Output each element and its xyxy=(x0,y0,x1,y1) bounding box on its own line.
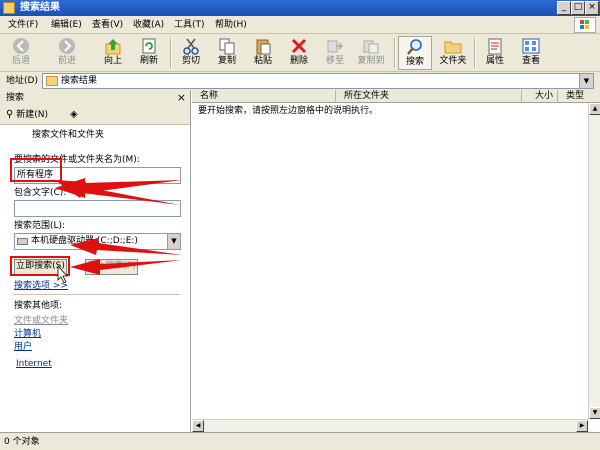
paste-button[interactable]: 粘贴 xyxy=(246,36,280,70)
internet-link[interactable]: Internet xyxy=(16,358,52,370)
scroll-left-icon[interactable]: ◀ xyxy=(192,420,204,432)
eraser-icon[interactable]: ◈ xyxy=(70,109,78,120)
stop-search-button[interactable]: 停止搜索(P) xyxy=(85,259,138,275)
chevron-down-icon[interactable]: ▼ xyxy=(167,234,180,249)
annotation-box-search-now xyxy=(10,256,70,276)
annotation-box-name-field xyxy=(10,158,62,182)
menu-bar: 文件(F) 编辑(E) 查看(V) 收藏(A) 工具(T) 帮助(H) xyxy=(0,16,600,34)
results-header: 名称 所在文件夹 大小 类型 xyxy=(192,90,600,103)
divider xyxy=(14,294,180,295)
empty-results-message: 要开始搜索，请按照左边窗格中的说明执行。 xyxy=(198,106,379,116)
cut-button[interactable]: 剪切 xyxy=(174,36,208,70)
column-type[interactable]: 类型 xyxy=(558,90,600,103)
status-bar: 0 个对象 xyxy=(0,432,600,450)
contains-text-input[interactable] xyxy=(14,200,181,217)
search-pane-toolbar: ⚲ 新建(N) ◈ xyxy=(0,106,190,125)
other-items-heading: 搜索其他项: xyxy=(14,301,63,311)
title-bar: 搜索结果 _ □ × xyxy=(0,0,600,16)
menu-favorites[interactable]: 收藏(A) xyxy=(133,19,164,31)
menu-edit[interactable]: 编辑(E) xyxy=(51,19,82,31)
views-button[interactable]: 查看 xyxy=(514,36,548,70)
copy-to-button[interactable]: 复制到 xyxy=(354,36,388,70)
views-grid-icon xyxy=(522,38,540,54)
copy-to-icon xyxy=(363,40,379,54)
window-title: 搜索结果 xyxy=(20,2,60,13)
up-button[interactable]: 向上 xyxy=(96,36,130,70)
close-window-button[interactable]: × xyxy=(585,1,599,15)
hard-drive-icon xyxy=(17,238,28,245)
status-text: 0 个对象 xyxy=(4,437,40,447)
copy-button[interactable]: 复制 xyxy=(210,36,244,70)
folder-icon xyxy=(444,41,462,54)
forward-arrow-icon xyxy=(59,38,75,54)
folders-button[interactable]: 文件夹 xyxy=(436,36,470,70)
scroll-up-icon[interactable]: ▲ xyxy=(589,103,600,115)
search-scope-select[interactable]: 本机硬盘驱动器 (C:;D:;E:) ▼ xyxy=(14,233,181,250)
forward-button[interactable]: 前进 xyxy=(50,36,84,70)
toolbar: 后退 前进 向上 刷新 剪切 复制 粘贴 删除 移至 复制到 搜索 文件夹 属性… xyxy=(0,34,600,72)
menu-file[interactable]: 文件(F) xyxy=(8,19,38,31)
delete-x-icon xyxy=(291,38,307,54)
other-item-files-folders[interactable]: 文件或文件夹 xyxy=(14,315,68,327)
new-search-button[interactable]: ⚲ 新建(N) xyxy=(6,109,48,121)
column-folder[interactable]: 所在文件夹 xyxy=(336,90,522,103)
search-scope-label: 搜索范围(L): xyxy=(14,221,66,231)
move-to-button[interactable]: 移至 xyxy=(318,36,352,70)
address-bar: 地址(D) 搜索结果 ▼ xyxy=(0,72,600,90)
folder-icon xyxy=(46,76,58,86)
address-label: 地址(D) xyxy=(6,76,38,86)
search-scope-value: 本机硬盘驱动器 (C:;D:;E:) xyxy=(31,236,138,246)
folder-search-icon xyxy=(3,2,15,14)
search-pane-title: 搜索 xyxy=(6,93,25,103)
search-pane-header: 搜索 × xyxy=(0,90,190,107)
magnifier-icon xyxy=(407,39,422,55)
move-to-icon xyxy=(327,40,344,53)
search-button[interactable]: 搜索 xyxy=(398,36,432,70)
chevron-down-icon[interactable]: ▼ xyxy=(579,74,593,88)
refresh-icon xyxy=(142,38,156,54)
menu-view[interactable]: 查看(V) xyxy=(92,19,123,31)
menu-tools[interactable]: 工具(T) xyxy=(174,19,205,31)
delete-button[interactable]: 删除 xyxy=(282,36,316,70)
scroll-down-icon[interactable]: ▼ xyxy=(589,407,600,419)
column-size[interactable]: 大小 xyxy=(522,90,558,103)
scroll-right-icon[interactable]: ▶ xyxy=(576,420,588,432)
vertical-scrollbar[interactable]: ▲ ▼ xyxy=(588,103,600,419)
search-options-link[interactable]: 搜索选项 >> xyxy=(14,280,68,292)
column-name[interactable]: 名称 xyxy=(192,90,336,103)
magnifier-icon: ⚲ xyxy=(6,109,14,120)
folder-up-icon xyxy=(105,39,121,55)
properties-icon xyxy=(488,38,502,55)
properties-button[interactable]: 属性 xyxy=(478,36,512,70)
back-button[interactable]: 后退 xyxy=(4,36,38,70)
scissors-icon xyxy=(183,38,199,55)
other-item-computers[interactable]: 计算机 xyxy=(14,328,41,340)
refresh-button[interactable]: 刷新 xyxy=(132,36,166,70)
close-icon[interactable]: × xyxy=(177,91,186,104)
copy-icon xyxy=(219,38,235,55)
menu-help[interactable]: 帮助(H) xyxy=(215,19,247,31)
minimize-button[interactable]: _ xyxy=(557,1,571,15)
clipboard-icon xyxy=(256,39,271,55)
windows-logo-icon xyxy=(574,17,596,33)
maximize-button[interactable]: □ xyxy=(571,1,585,15)
section-title: 搜索文件和文件夹 xyxy=(32,130,105,140)
address-value: 搜索结果 xyxy=(61,76,98,86)
other-item-people[interactable]: 用户 xyxy=(14,341,32,353)
back-arrow-icon xyxy=(13,38,29,54)
address-input[interactable]: 搜索结果 ▼ xyxy=(42,73,594,89)
contains-text-label: 包含文字(C): xyxy=(14,188,67,198)
horizontal-scrollbar[interactable]: ◀ ▶ xyxy=(192,419,588,432)
